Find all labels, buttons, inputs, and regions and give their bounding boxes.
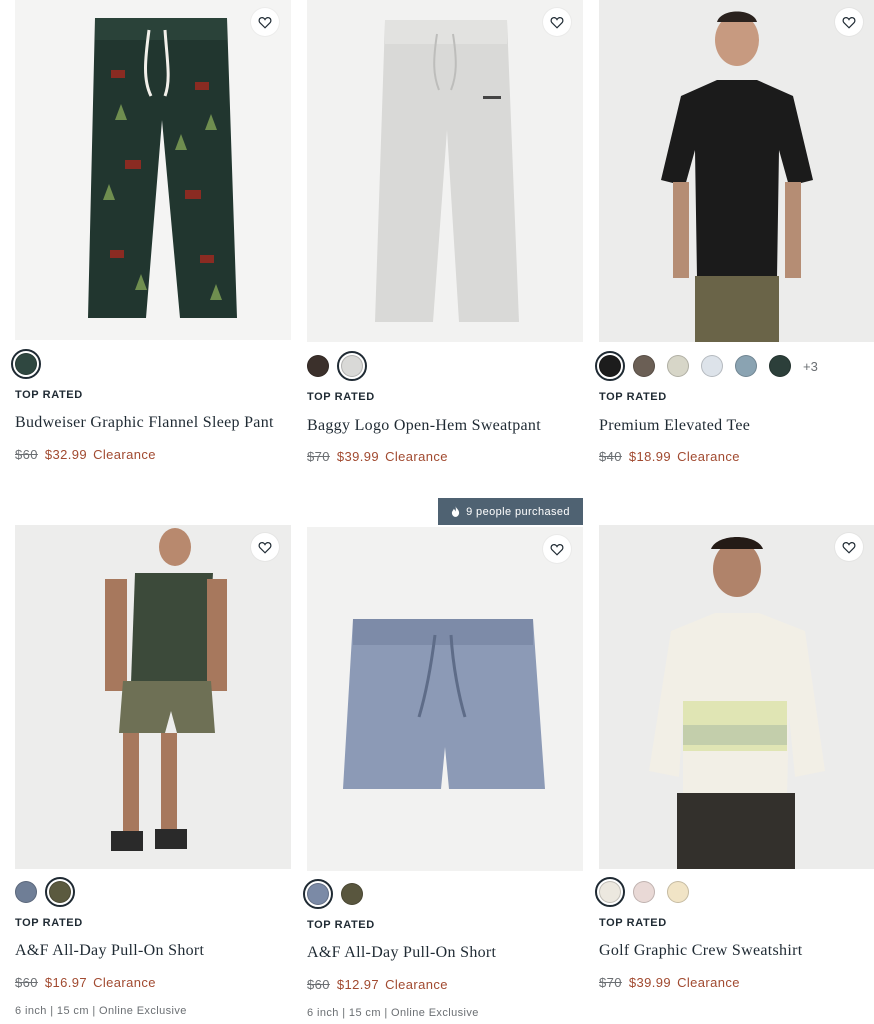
color-swatches [303, 879, 363, 909]
product-name[interactable]: Premium Elevated Tee [599, 417, 750, 435]
color-swatch[interactable] [701, 355, 723, 377]
short-model-illustration [105, 528, 227, 851]
sale-price: $12.97 [336, 977, 380, 992]
product-name[interactable]: A&F All-Day Pull-On Short [15, 942, 204, 960]
color-swatch[interactable] [15, 881, 37, 903]
original-price: $60 [15, 975, 38, 990]
flannel-pant-illustration [88, 18, 237, 318]
top-rated-badge: TOP RATED [307, 391, 375, 403]
color-swatches: +3 [595, 351, 818, 381]
color-swatch[interactable] [633, 355, 655, 377]
color-swatch[interactable] [769, 355, 791, 377]
more-swatches-link[interactable]: +3 [803, 359, 818, 374]
color-swatch[interactable] [11, 349, 41, 379]
clearance-tag: Clearance [677, 975, 740, 990]
color-swatch[interactable] [595, 351, 625, 381]
favorite-button[interactable] [251, 8, 279, 36]
product-note: 6 inch | 15 cm | Online Exclusive [15, 1005, 187, 1017]
clearance-tag: Clearance [93, 447, 156, 462]
color-swatch[interactable] [595, 877, 625, 907]
price-line: $60 $32.99 Clearance [15, 447, 156, 462]
tee-model-illustration [661, 11, 813, 342]
sale-price: $39.99 [628, 975, 672, 990]
sale-price: $39.99 [336, 449, 380, 464]
original-price: $60 [15, 447, 38, 462]
favorite-button[interactable] [543, 535, 571, 563]
product-name[interactable]: Budweiser Graphic Flannel Sleep Pant [15, 414, 274, 432]
clearance-tag: Clearance [93, 975, 156, 990]
color-swatches [11, 349, 41, 379]
product-image[interactable] [307, 0, 583, 342]
price-line: $70 $39.99 Clearance [307, 449, 448, 464]
product-image[interactable] [599, 0, 874, 342]
top-rated-badge: TOP RATED [599, 391, 667, 403]
top-rated-badge: TOP RATED [599, 917, 667, 929]
color-swatch[interactable] [307, 355, 329, 377]
sale-price: $18.99 [628, 449, 672, 464]
color-swatches [307, 351, 367, 381]
product-name[interactable]: Golf Graphic Crew Sweatshirt [599, 942, 802, 960]
clearance-tag: Clearance [385, 449, 448, 464]
original-price: $70 [307, 449, 330, 464]
color-swatch[interactable] [667, 355, 689, 377]
people-purchased-text: 9 people purchased [466, 505, 570, 518]
product-name[interactable]: Baggy Logo Open-Hem Sweatpant [307, 417, 541, 435]
people-purchased-banner: 9 people purchased [438, 498, 583, 525]
heart-outline-icon [258, 541, 272, 554]
favorite-button[interactable] [543, 8, 571, 36]
color-swatches [595, 877, 689, 907]
short-product-illustration [343, 619, 545, 789]
color-swatch[interactable] [303, 879, 333, 909]
color-swatch[interactable] [735, 355, 757, 377]
product-image[interactable] [15, 525, 291, 869]
color-swatch[interactable] [341, 883, 363, 905]
favorite-button[interactable] [835, 533, 863, 561]
heart-outline-icon [550, 16, 564, 29]
color-swatches [15, 877, 75, 907]
top-rated-badge: TOP RATED [307, 919, 375, 931]
color-swatch[interactable] [45, 877, 75, 907]
heart-outline-icon [842, 16, 856, 29]
sweatshirt-model-illustration [649, 537, 825, 869]
favorite-button[interactable] [251, 533, 279, 561]
product-image[interactable] [599, 525, 874, 869]
sale-price: $16.97 [44, 975, 88, 990]
favorite-button[interactable] [835, 8, 863, 36]
price-line: $70 $39.99 Clearance [599, 975, 740, 990]
top-rated-badge: TOP RATED [15, 389, 83, 401]
price-line: $60 $12.97 Clearance [307, 977, 448, 992]
color-swatch[interactable] [667, 881, 689, 903]
product-name[interactable]: A&F All-Day Pull-On Short [307, 944, 496, 962]
product-image[interactable] [307, 527, 583, 871]
heart-outline-icon [258, 16, 272, 29]
clearance-tag: Clearance [385, 977, 448, 992]
original-price: $40 [599, 449, 622, 464]
heart-outline-icon [842, 541, 856, 554]
product-image[interactable] [15, 0, 291, 340]
price-line: $40 $18.99 Clearance [599, 449, 740, 464]
flame-icon [451, 506, 460, 517]
clearance-tag: Clearance [677, 449, 740, 464]
color-swatch[interactable] [337, 351, 367, 381]
original-price: $70 [599, 975, 622, 990]
original-price: $60 [307, 977, 330, 992]
sale-price: $32.99 [44, 447, 88, 462]
price-line: $60 $16.97 Clearance [15, 975, 156, 990]
top-rated-badge: TOP RATED [15, 917, 83, 929]
sweatpant-illustration [375, 20, 519, 322]
heart-outline-icon [550, 543, 564, 556]
product-note: 6 inch | 15 cm | Online Exclusive [307, 1007, 479, 1019]
color-swatch[interactable] [633, 881, 655, 903]
